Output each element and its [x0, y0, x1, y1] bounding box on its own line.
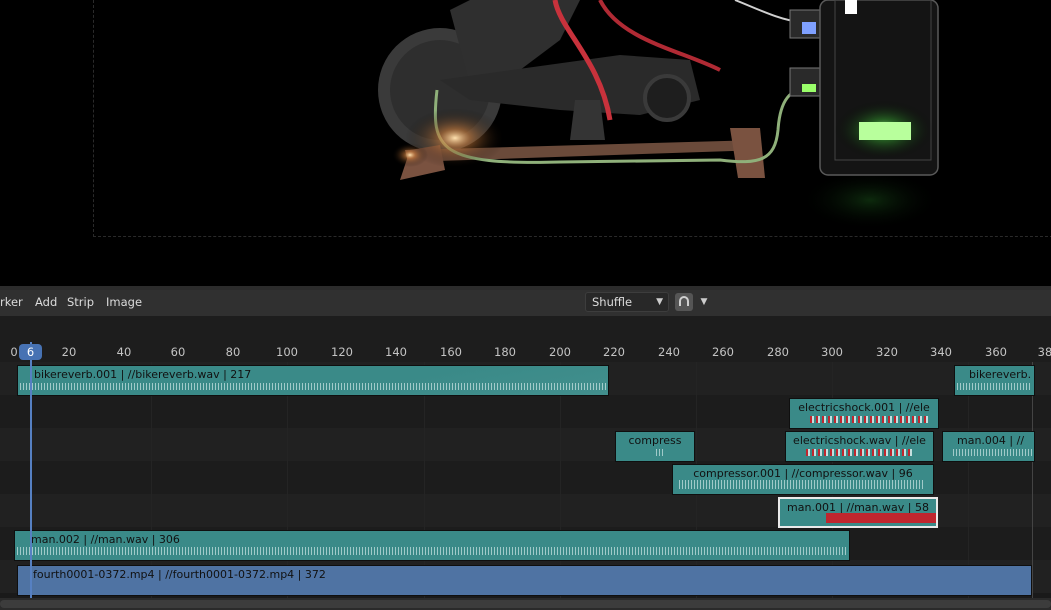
ruler-tick: 220 [603, 345, 625, 359]
ruler-tick: 160 [440, 345, 462, 359]
ruler-tick: 20 [61, 345, 77, 359]
sound-strip-selected[interactable]: man.001 | //man.wav | 58 [778, 497, 938, 528]
sequencer-header: rker Add Strip Image [0, 290, 1051, 316]
sound-strip[interactable]: man.002 | //man.wav | 306 [14, 530, 850, 561]
ruler-tick: 320 [876, 345, 898, 359]
ruler-tick: 40 [116, 345, 132, 359]
grid-line [424, 362, 425, 598]
ruler-tick: 200 [549, 345, 571, 359]
strip-label: electricshock.001 | //ele [798, 401, 930, 414]
ruler-tick: 80 [225, 345, 241, 359]
ruler-tick: 180 [494, 345, 516, 359]
ruler-tick: 280 [767, 345, 789, 359]
sound-strip[interactable]: compressor.001 | //compressor.wav | 96 [672, 464, 934, 495]
sound-strip[interactable]: electricshock.wav | //ele [785, 431, 934, 462]
waveform [953, 449, 1032, 456]
strip-label: electricshock.wav | //ele [793, 434, 926, 447]
grid-line [151, 362, 152, 598]
chevron-down-icon: ▼ [656, 297, 663, 307]
grid-line [968, 362, 969, 598]
strip-label: man.002 | //man.wav | 306 [31, 533, 180, 546]
sequencer-preview [0, 0, 1051, 286]
menu-add[interactable]: Add [35, 290, 57, 316]
waveform [20, 383, 606, 390]
ruler-tick: 340 [930, 345, 952, 359]
strip-label: man.004 | // [957, 434, 1025, 447]
current-frame-indicator[interactable]: 6 [19, 344, 42, 360]
ruler-tick: 300 [821, 345, 843, 359]
ruler-tick: 0 [10, 345, 18, 359]
menu-image[interactable]: Image [106, 290, 142, 316]
magnet-glyph [679, 296, 689, 306]
menu-marker[interactable]: rker [0, 290, 23, 316]
ruler-tick: 260 [712, 345, 734, 359]
sound-strip[interactable]: bikereverb.001 | //bikereverb.wav | 217 [17, 365, 609, 396]
ruler-tick: 100 [276, 345, 298, 359]
sound-strip[interactable]: electricshock.001 | //ele [789, 398, 939, 429]
grid-line [287, 362, 288, 598]
scene-end-line [1032, 362, 1033, 598]
strip-label: fourth0001-0372.mp4 | //fourth0001-0372.… [33, 568, 326, 581]
playhead[interactable] [30, 342, 32, 610]
ruler-tick: 120 [331, 345, 353, 359]
bike-render-image [378, 0, 940, 230]
magnet-icon[interactable] [675, 293, 693, 311]
strip-label: compress [628, 434, 682, 447]
snap-options-chevron-icon[interactable]: ▼ [697, 292, 711, 312]
timeline-ruler[interactable]: 0 20 40 60 80 100 120 140 160 180 200 22… [0, 342, 1051, 362]
ruler-tick: 240 [658, 345, 680, 359]
waveform-clipping [826, 513, 936, 523]
strip-label: compressor.001 | //compressor.wav | 96 [693, 467, 913, 480]
sound-strip[interactable]: compress [615, 431, 695, 462]
menu-strip[interactable]: Strip [67, 290, 94, 316]
ruler-tick: 140 [385, 345, 407, 359]
movie-strip[interactable]: fourth0001-0372.mp4 | //fourth0001-0372.… [17, 565, 1032, 596]
waveform [17, 547, 847, 555]
ruler-tick: 38 [1037, 345, 1051, 359]
horizontal-scrollbar[interactable] [0, 600, 1051, 608]
strip-label: bikereverb. [969, 368, 1032, 381]
waveform [957, 383, 1032, 390]
grid-line [560, 362, 561, 598]
overlap-mode-dropdown[interactable]: Shuffle ▼ [585, 292, 669, 312]
strip-label: bikereverb.001 | //bikereverb.wav | 217 [34, 368, 252, 381]
waveform [656, 449, 664, 456]
ruler-tick: 60 [170, 345, 186, 359]
sequencer-timeline[interactable]: bikereverb.001 | //bikereverb.wav | 217 … [0, 362, 1051, 598]
sound-strip[interactable]: bikereverb. [954, 365, 1035, 396]
ruler-tick: 360 [985, 345, 1007, 359]
sound-strip[interactable]: man.004 | // [942, 431, 1035, 462]
waveform [806, 449, 913, 456]
overlap-mode-value: Shuffle [592, 295, 633, 309]
waveform [810, 416, 928, 423]
waveform [679, 480, 923, 489]
header-gap [0, 316, 1051, 342]
